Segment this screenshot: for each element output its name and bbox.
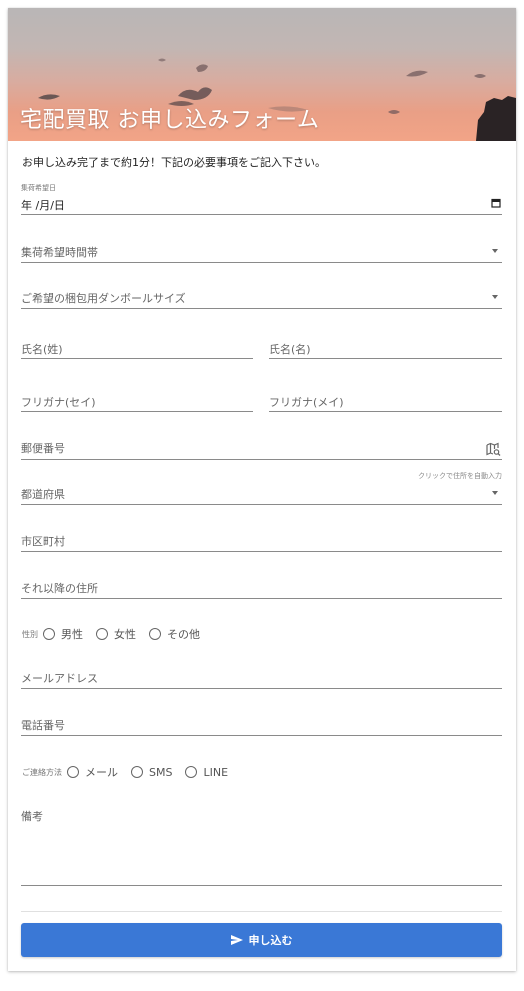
last-kana-input[interactable]: フリガナ(セイ) <box>21 381 253 412</box>
email-input[interactable]: メールアドレス <box>21 659 502 689</box>
radio-button[interactable] <box>131 766 143 778</box>
radio-button[interactable] <box>96 628 108 640</box>
contact-label: ご連絡方法 <box>22 767 62 777</box>
gender-option-label: 男性 <box>61 628 83 641</box>
hero-banner: 宅配買取 お申し込みフォーム <box>8 8 516 141</box>
address-input[interactable]: それ以降の住所 <box>21 569 502 599</box>
chevron-down-icon <box>492 249 498 253</box>
gender-option-female[interactable]: 女性 <box>96 626 136 642</box>
notes-textarea[interactable]: 備考 <box>21 805 502 886</box>
pickup-time-select[interactable]: 集荷希望時間帯 <box>21 233 502 263</box>
send-icon <box>230 935 243 945</box>
prefecture-select[interactable]: 都道府県 <box>21 475 502 505</box>
first-name-placeholder: 氏名(名) <box>269 343 311 356</box>
contact-option-line[interactable]: LINE <box>185 766 228 779</box>
box-size-placeholder: ご希望の梱包用ダンボールサイズ <box>21 292 186 305</box>
gender-option-label: その他 <box>167 628 200 641</box>
divider <box>21 911 502 912</box>
pickup-date-value: 年 /月/日 <box>21 199 65 212</box>
radio-button[interactable] <box>43 628 55 640</box>
last-name-placeholder: 氏名(姓) <box>21 343 63 356</box>
submit-button[interactable]: 申し込む <box>21 923 502 957</box>
gender-option-male[interactable]: 男性 <box>43 626 83 642</box>
contact-option-label: SMS <box>149 765 173 779</box>
gender-label: 性別 <box>22 629 38 639</box>
prefecture-placeholder: 都道府県 <box>21 488 65 501</box>
first-kana-input[interactable]: フリガナ(メイ) <box>269 381 502 412</box>
phone-placeholder: 電話番号 <box>21 719 65 732</box>
intro-text: お申し込み完了まで約1分！下記の必要事項をご記入下さい。 <box>22 156 326 169</box>
last-name-input[interactable]: 氏名(姓) <box>21 328 253 359</box>
notes-placeholder: 備考 <box>21 810 43 823</box>
pickup-date-label: 集荷希望日 <box>21 184 56 192</box>
first-kana-placeholder: フリガナ(メイ) <box>269 396 344 409</box>
city-placeholder: 市区町村 <box>21 535 65 548</box>
contact-radio-group: ご連絡方法 メール SMS LINE <box>22 764 241 780</box>
gender-option-label: 女性 <box>114 628 136 641</box>
chevron-down-icon <box>492 491 498 495</box>
gender-option-other[interactable]: その他 <box>149 626 200 642</box>
phone-input[interactable]: 電話番号 <box>21 706 502 736</box>
postal-code-input[interactable]: 郵便番号 <box>21 428 502 460</box>
form-card: 宅配買取 お申し込みフォーム お申し込み完了まで約1分！下記の必要事項をご記入下… <box>8 8 516 971</box>
contact-option-sms[interactable]: SMS <box>131 766 172 779</box>
email-placeholder: メールアドレス <box>21 672 98 685</box>
contact-option-label: LINE <box>203 765 229 779</box>
first-name-input[interactable]: 氏名(名) <box>269 328 502 359</box>
last-kana-placeholder: フリガナ(セイ) <box>21 396 96 409</box>
radio-button[interactable] <box>149 628 161 640</box>
contact-option-email[interactable]: メール <box>67 764 118 780</box>
map-search-icon[interactable] <box>486 442 501 457</box>
box-size-select[interactable]: ご希望の梱包用ダンボールサイズ <box>21 278 502 309</box>
radio-button[interactable] <box>185 766 198 778</box>
submit-label: 申し込む <box>248 934 293 947</box>
city-input[interactable]: 市区町村 <box>21 522 502 552</box>
page-title: 宅配買取 お申し込みフォーム <box>20 108 320 133</box>
calendar-icon[interactable] <box>491 198 501 208</box>
radio-button[interactable] <box>67 766 79 778</box>
chevron-down-icon <box>492 295 498 299</box>
pickup-date-field[interactable]: 集荷希望日 年 /月/日 <box>21 184 502 215</box>
address-placeholder: それ以降の住所 <box>21 582 98 595</box>
contact-option-label: メール <box>85 766 118 779</box>
pickup-time-placeholder: 集荷希望時間帯 <box>21 246 98 259</box>
gender-radio-group: 性別 男性 女性 その他 <box>22 626 213 642</box>
postal-code-placeholder: 郵便番号 <box>21 442 65 455</box>
